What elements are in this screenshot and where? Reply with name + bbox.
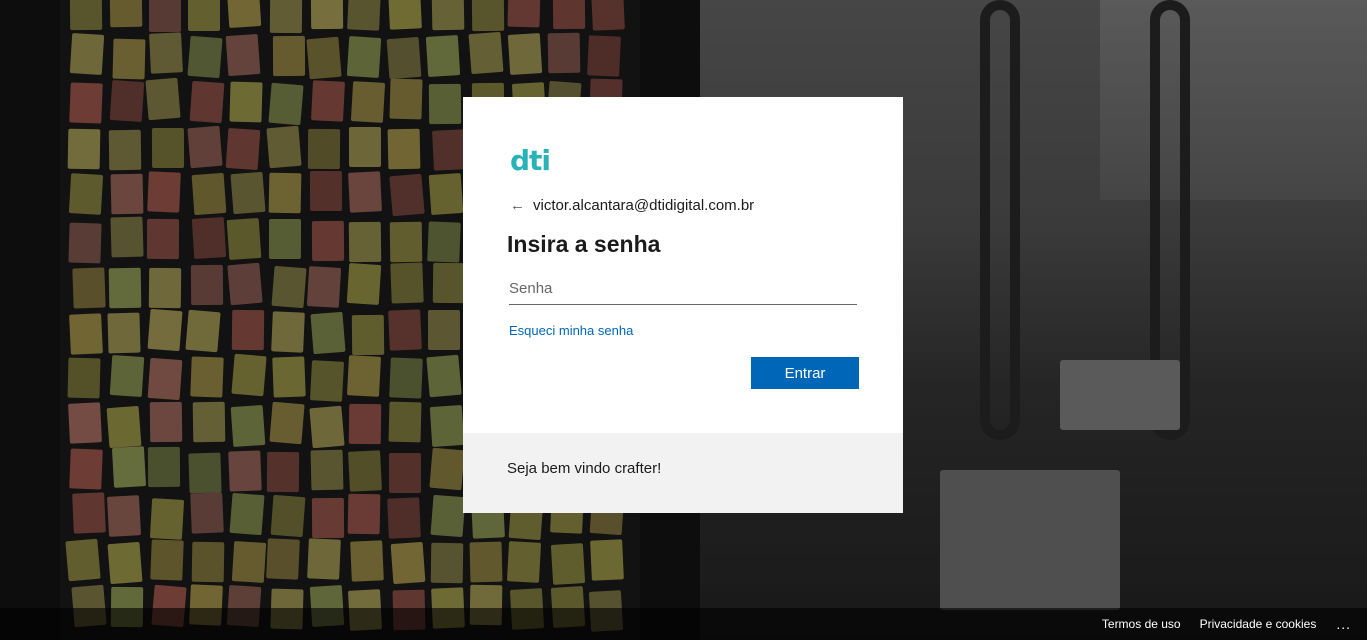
identity-email: victor.alcantara@dtidigital.com.br — [533, 197, 755, 214]
more-options-icon[interactable]: ... — [1336, 616, 1351, 632]
sign-in-button[interactable]: Entrar — [751, 357, 859, 389]
footer: Termos de uso Privacidade e cookies ... — [0, 608, 1367, 640]
forgot-password-link[interactable]: Esqueci minha senha — [509, 323, 633, 338]
welcome-text: Seja bem vindo crafter! — [507, 460, 662, 477]
arrow-left-icon[interactable]: ← — [510, 197, 525, 214]
page-title: Insira a senha — [507, 231, 661, 257]
dti-logo: dti — [510, 144, 551, 177]
welcome-banner: Seja bem vindo crafter! — [463, 433, 903, 513]
identity-banner[interactable]: ← victor.alcantara@dtidigital.com.br — [510, 197, 754, 214]
terms-link[interactable]: Termos de uso — [1102, 617, 1181, 631]
privacy-link[interactable]: Privacidade e cookies — [1200, 617, 1317, 631]
password-input[interactable] — [509, 273, 857, 305]
login-card: dti ← victor.alcantara@dtidigital.com.br… — [463, 97, 903, 433]
